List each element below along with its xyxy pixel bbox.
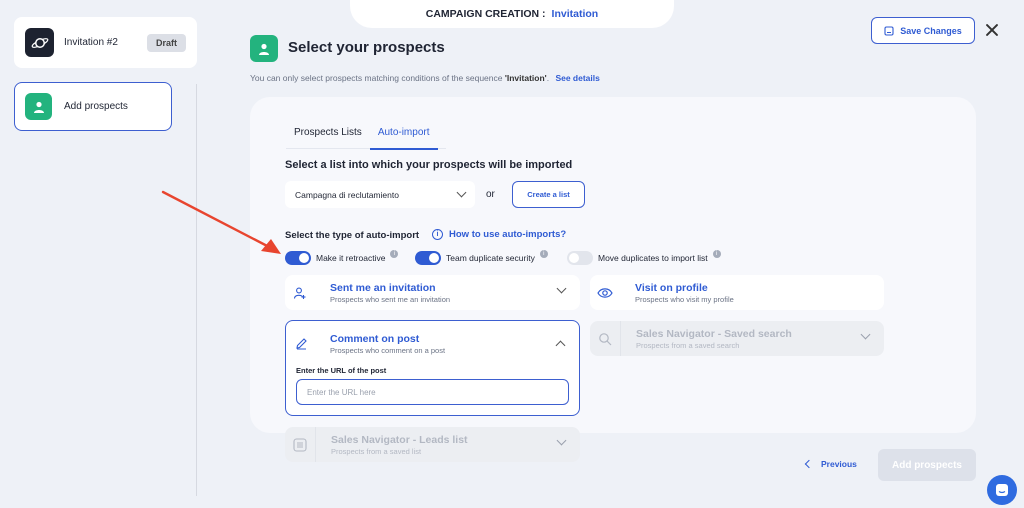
subtext-prefix: You can only select prospects matching c… [250, 73, 505, 83]
chevron-up-icon[interactable] [555, 340, 566, 351]
or-label: or [486, 189, 495, 200]
auto-import-heading: Select the type of auto-import [285, 230, 420, 241]
sidebar-step-add-prospects[interactable]: Add prospects [14, 82, 172, 131]
info-icon: i [390, 250, 399, 258]
sidebar-divider [196, 84, 197, 496]
user-icon [25, 93, 52, 120]
option-title: Comment on post [330, 332, 420, 345]
option-sent-invitation[interactable]: Sent me an invitation Prospects who sent… [285, 275, 580, 310]
user-icon [250, 35, 278, 62]
option-desc: Prospects from a saved search [636, 340, 740, 350]
chat-icon[interactable] [987, 475, 1017, 505]
campaign-title-name: Invitation [551, 8, 599, 20]
list-heading: Select a list into which your prospects … [285, 159, 573, 171]
close-icon[interactable] [984, 22, 1000, 38]
tab-auto-import[interactable]: Auto-import [369, 120, 438, 150]
list-select[interactable]: Campagna di reclutamiento [285, 181, 475, 208]
toggle-team-duplicate[interactable]: Team duplicate security i [415, 250, 548, 265]
campaign-card[interactable]: Invitation #2 Draft [14, 17, 197, 68]
chevron-down-icon [456, 187, 467, 198]
list-icon [285, 437, 315, 452]
search-icon [590, 332, 620, 346]
toggle-label: Make it retroactive [316, 253, 386, 263]
add-prospects-button[interactable]: Add prospects [878, 449, 976, 481]
chevron-down-icon [860, 329, 871, 340]
how-to-label: How to use auto-imports? [449, 229, 567, 240]
post-url-input[interactable]: Enter the URL here [296, 379, 569, 405]
subtext-sequence: 'Invitation' [504, 73, 547, 83]
campaign-name: Invitation #2 [64, 37, 118, 48]
option-title: Sales Navigator - Saved search [636, 327, 792, 340]
previous-link[interactable]: Previous [804, 459, 857, 469]
toggle-label: Team duplicate security [446, 253, 535, 263]
option-desc: Prospects who visit my profile [635, 294, 734, 304]
status-badge: Draft [146, 33, 186, 52]
option-title: Visit on profile [635, 281, 708, 294]
tab-bar: Prospects Lists Auto-import [286, 120, 438, 150]
create-list-button[interactable]: Create a list [512, 181, 585, 208]
toggle-switch[interactable] [567, 251, 593, 265]
list-select-value: Campagna di reclutamiento [295, 189, 399, 200]
chevron-down-icon [556, 435, 567, 446]
save-changes-button[interactable]: Save Changes [871, 17, 975, 44]
save-changes-label: Save Changes [900, 25, 962, 36]
planet-icon [25, 28, 54, 57]
how-to-link[interactable]: i How to use auto-imports? [432, 229, 566, 240]
option-comment-post[interactable]: Comment on post Prospects who comment on… [285, 320, 580, 416]
page-subtext: You can only select prospects matching c… [250, 73, 600, 83]
info-icon: i [539, 250, 548, 258]
campaign-title-prefix: CAMPAIGN CREATION : [425, 8, 546, 20]
user-plus-icon [285, 286, 315, 300]
tab-prospects-lists[interactable]: Prospects Lists [286, 120, 370, 150]
eye-icon [590, 287, 620, 299]
option-desc: Prospects who comment on a post [330, 345, 446, 355]
toggle-switch[interactable] [415, 251, 441, 265]
option-title: Sent me an invitation [330, 281, 436, 294]
info-icon: i [712, 250, 721, 258]
annotation-arrow-icon [161, 190, 281, 254]
sidebar-step-label: Add prospects [64, 101, 128, 112]
save-icon [884, 25, 894, 36]
campaign-title-tab: CAMPAIGN CREATION : Invitation [350, 0, 674, 28]
option-title: Sales Navigator - Leads list [331, 433, 468, 446]
option-visit-profile[interactable]: Visit on profile Prospects who visit my … [590, 275, 884, 310]
page-title: Select your prospects [288, 39, 445, 56]
option-separator [315, 427, 316, 462]
subtext-suffix: . [546, 73, 550, 83]
option-separator [620, 321, 621, 356]
option-desc: Prospects who sent me an invitation [330, 294, 451, 304]
url-label: Enter the URL of the post [296, 366, 387, 375]
toggle-label: Move duplicates to import list [598, 253, 708, 263]
info-icon: i [432, 229, 443, 240]
option-leads-list: Sales Navigator - Leads list Prospects f… [285, 427, 580, 462]
previous-label: Previous [821, 459, 857, 469]
toggle-move-duplicates[interactable]: Move duplicates to import list i [567, 250, 721, 265]
chevron-down-icon[interactable] [556, 283, 567, 294]
option-desc: Prospects from a saved list [331, 446, 422, 456]
option-saved-search: Sales Navigator - Saved search Prospects… [590, 321, 884, 356]
pencil-icon [286, 337, 316, 350]
see-details-link[interactable]: See details [555, 73, 599, 83]
toggle-retroactive[interactable]: Make it retroactive i [285, 250, 399, 265]
chevron-left-icon [804, 459, 814, 469]
